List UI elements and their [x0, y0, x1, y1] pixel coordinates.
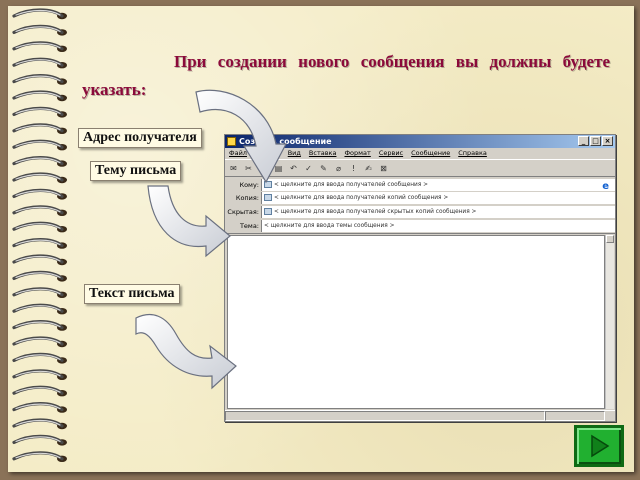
spelling-icon[interactable]: ✎ [319, 164, 328, 173]
address-book-icon[interactable] [264, 181, 272, 188]
menu-format[interactable]: Формат [344, 148, 370, 159]
to-field[interactable]: < щелкните для ввода получателей сообщен… [261, 179, 615, 191]
toolbar: ✉ ✂ ❐ ▤ ↶ ✓ ✎ ⌀ ! ✍ ⊠ [225, 159, 615, 177]
menu-file[interactable]: Файл [229, 148, 247, 159]
menu-edit[interactable]: Правка [255, 148, 280, 159]
encrypt-icon[interactable]: ⊠ [379, 164, 388, 173]
priority-icon[interactable]: ! [349, 164, 358, 173]
menu-view[interactable]: Вид [288, 148, 301, 159]
address-book-icon[interactable] [264, 194, 272, 201]
vertical-scrollbar[interactable] [605, 235, 614, 409]
compose-window: Создать сообщение _ □ × Файл Правка Вид … [224, 134, 616, 422]
cut-icon[interactable]: ✂ [244, 164, 253, 173]
menu-help[interactable]: Справка [458, 148, 487, 159]
menu-bar: Файл Правка Вид Вставка Формат Сервис Со… [225, 148, 615, 159]
bcc-label: Скрытая: [227, 208, 259, 216]
subject-label: Тема: [239, 222, 259, 230]
menu-insert[interactable]: Вставка [309, 148, 337, 159]
check-names-icon[interactable]: ✓ [304, 164, 313, 173]
cc-label: Копия: [235, 194, 259, 202]
scroll-up-arrow[interactable] [606, 235, 614, 243]
address-book-icon[interactable] [264, 208, 272, 215]
window-titlebar: Создать сообщение _ □ × [225, 135, 615, 148]
sign-icon[interactable]: ✍ [364, 164, 373, 173]
next-slide-button[interactable] [574, 425, 624, 467]
ie-logo-icon: e [602, 181, 609, 192]
slide-title: При создании нового сообщения вы должны … [82, 52, 610, 99]
menu-tools[interactable]: Сервис [379, 148, 403, 159]
window-title: Создать сообщение [239, 137, 332, 146]
header-fields: Кому: < щелкните для ввода получателей с… [225, 177, 615, 234]
bcc-field[interactable]: < щелкните для ввода получателей скрытых… [261, 206, 615, 218]
message-body[interactable] [227, 235, 605, 409]
maximize-button[interactable]: □ [590, 136, 601, 146]
close-button[interactable]: × [602, 136, 613, 146]
status-bar [225, 410, 615, 421]
recipient-callout: Адрес получателя [78, 128, 202, 148]
subject-field[interactable]: < щелкните для ввода темы сообщения > [261, 220, 615, 232]
envelope-icon [227, 137, 236, 146]
cc-field[interactable]: < щелкните для ввода получателей копий с… [261, 192, 615, 204]
paste-icon[interactable]: ▤ [274, 164, 283, 173]
body-callout: Текст письма [84, 284, 180, 304]
attach-icon[interactable]: ⌀ [334, 164, 343, 173]
to-label: Кому: [239, 181, 259, 189]
play-triangle-icon [591, 434, 610, 458]
subject-callout: Тему письма [90, 161, 182, 181]
undo-icon[interactable]: ↶ [289, 164, 298, 173]
spiral-binding-icon [12, 8, 67, 462]
copy-icon[interactable]: ❐ [259, 164, 268, 173]
send-icon[interactable]: ✉ [229, 164, 238, 173]
minimize-button[interactable]: _ [578, 136, 589, 146]
menu-message[interactable]: Сообщение [411, 148, 450, 159]
